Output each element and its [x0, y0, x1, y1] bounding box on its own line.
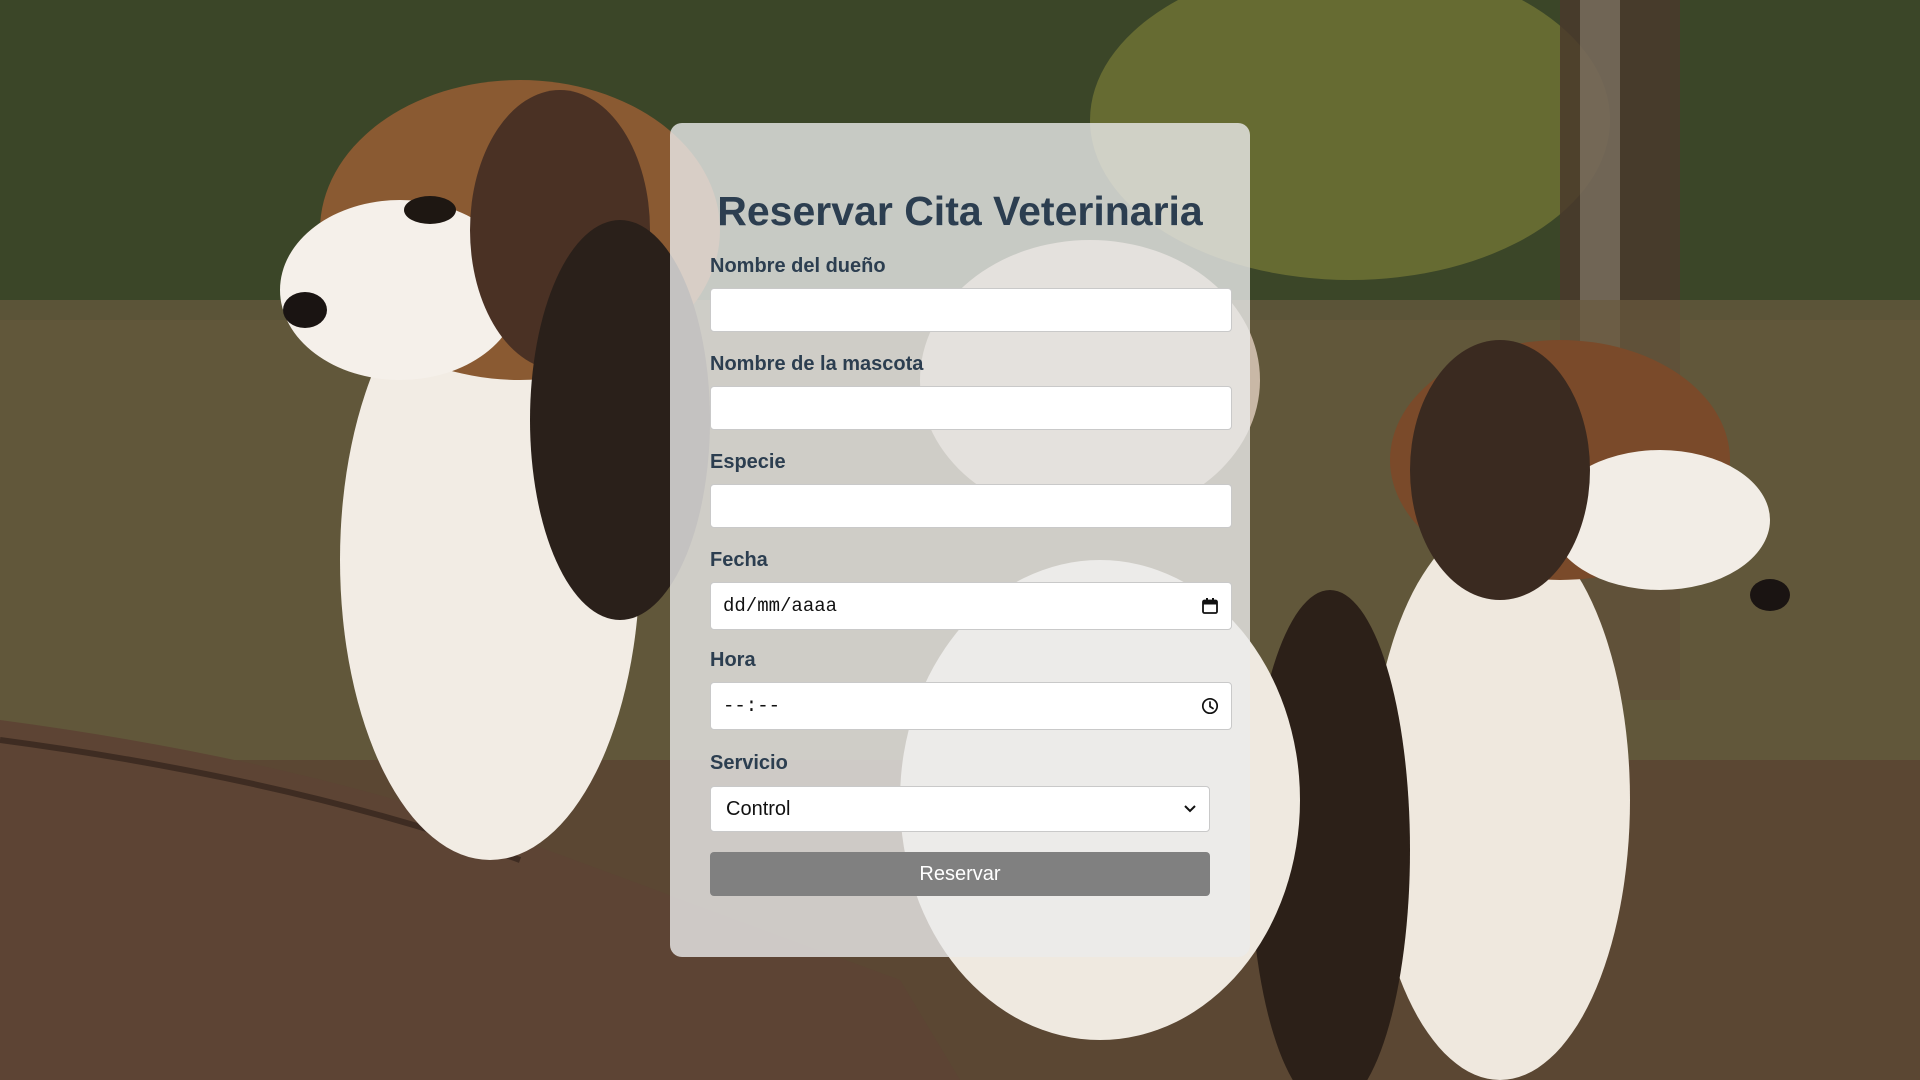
date-input[interactable]: dd/mm/aaaa — [710, 582, 1232, 630]
service-label: Servicio — [710, 752, 788, 774]
time-label: Hora — [710, 649, 756, 671]
clock-icon[interactable] — [1201, 697, 1219, 715]
species-input[interactable] — [710, 484, 1232, 528]
pet-name-input[interactable] — [710, 386, 1232, 430]
reserve-button[interactable]: Reservar — [710, 852, 1210, 896]
chevron-down-icon — [1183, 804, 1197, 814]
time-placeholder: --:-- — [723, 695, 781, 717]
date-label: Fecha — [710, 549, 768, 571]
species-label: Especie — [710, 451, 786, 473]
date-placeholder: dd/mm/aaaa — [723, 595, 838, 617]
pet-name-label: Nombre de la mascota — [710, 353, 924, 375]
owner-name-input[interactable] — [710, 288, 1232, 332]
calendar-icon[interactable] — [1201, 597, 1219, 615]
service-select[interactable]: Control — [710, 786, 1210, 832]
service-selected-value: Control — [726, 797, 791, 820]
booking-form: Nombre del dueño Nombre de la mascota Es… — [670, 123, 1250, 957]
time-input[interactable]: --:-- — [710, 682, 1232, 730]
owner-name-label: Nombre del dueño — [710, 255, 886, 277]
